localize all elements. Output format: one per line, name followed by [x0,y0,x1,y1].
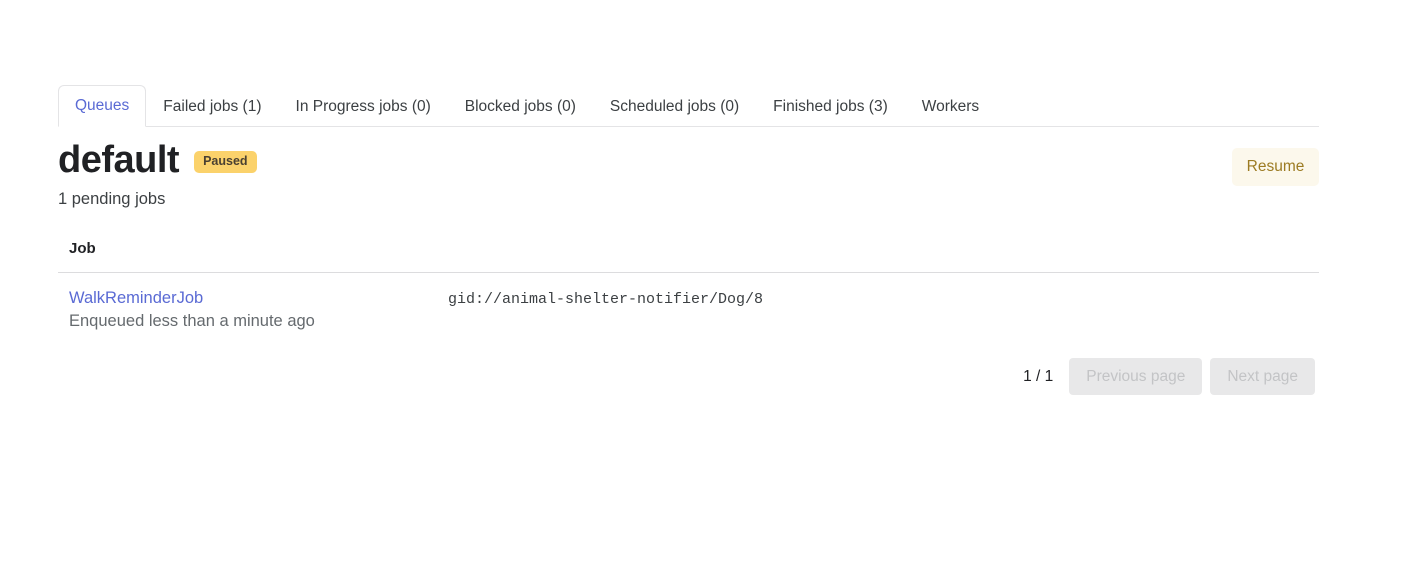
tab-bar: Queues Failed jobs (1) In Progress jobs … [58,84,1319,128]
table-row: WalkReminderJob Enqueued less than a min… [58,273,1319,333]
job-name-link[interactable]: WalkReminderJob [69,287,448,309]
jobs-table: Job WalkReminderJob Enqueued less than a… [58,240,1319,333]
tab-failed-jobs[interactable]: Failed jobs (1) [146,86,278,128]
queue-heading: default Paused [58,141,1319,189]
column-header-job: Job [69,240,96,257]
page-title: default [58,139,180,181]
table-header-row: Job [58,240,1319,273]
previous-page-button[interactable]: Previous page [1069,358,1203,395]
tab-scheduled-jobs[interactable]: Scheduled jobs (0) [593,86,756,128]
cell-job-gid: gid://animal-shelter-notifier/Dog/8 [448,291,764,308]
job-enqueued-time: Enqueued less than a minute ago [69,312,315,331]
tab-finished-jobs[interactable]: Finished jobs (3) [756,86,905,128]
tab-blocked-jobs[interactable]: Blocked jobs (0) [448,86,593,128]
tab-workers[interactable]: Workers [905,86,996,128]
status-badge: Paused [194,151,257,173]
pending-jobs-summary: 1 pending jobs [58,190,166,208]
next-page-button[interactable]: Next page [1210,358,1315,395]
mission-control-page: Queues Failed jobs (1) In Progress jobs … [0,0,1425,573]
cell-job: WalkReminderJob Enqueued less than a min… [69,287,448,333]
title-group: default Paused [58,141,1319,179]
pagination: 1 / 1 Previous page Next page [58,358,1315,395]
page-indicator: 1 / 1 [1023,367,1054,385]
resume-button[interactable]: Resume [1232,148,1319,186]
tab-in-progress-jobs[interactable]: In Progress jobs (0) [279,86,448,128]
tab-queues[interactable]: Queues [58,84,147,127]
